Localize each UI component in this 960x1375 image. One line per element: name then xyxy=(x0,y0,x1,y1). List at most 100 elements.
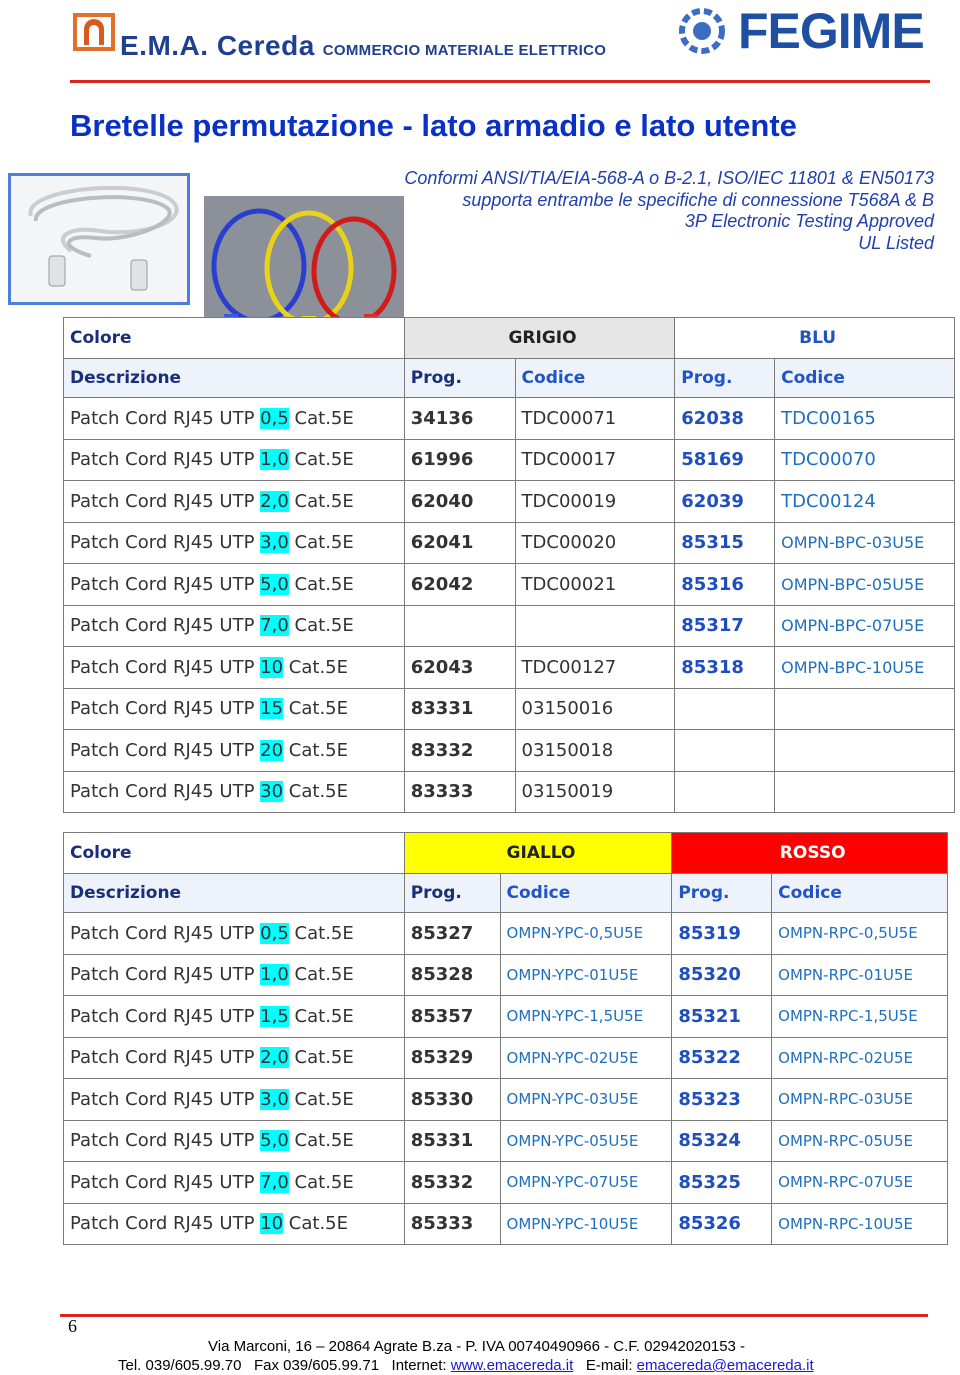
email-link[interactable]: emacereda@emacereda.it xyxy=(637,1357,814,1374)
prog-cell: 61996 xyxy=(403,438,516,481)
table-row: Patch Cord RJ45 UTP 10 Cat.5E 85333 OMPN-Y… xyxy=(63,1202,948,1245)
brand-name: E.M.A. Cereda COMMERCIO MATERIALE ELETTRI… xyxy=(120,30,607,61)
prog-cell: 34136 xyxy=(403,397,516,440)
length-highlight: 1,0 xyxy=(260,964,289,986)
page-title: Bretelle permutazione - lato armadio e l… xyxy=(70,108,797,143)
prog-cell: 85330 xyxy=(403,1078,501,1121)
length-highlight: 5,0 xyxy=(260,573,289,595)
prog-cell xyxy=(674,729,776,772)
prog-cell: 85328 xyxy=(403,953,501,996)
length-highlight: 1,5 xyxy=(260,1005,289,1027)
email-label: E-mail: xyxy=(573,1357,637,1374)
desc-prefix: Patch Cord RJ45 UTP xyxy=(70,656,261,678)
descrizione-header: Descrizione xyxy=(63,873,405,913)
color-header-row: Colore GRIGIO BLU xyxy=(63,317,955,359)
code-cell: TDC00020 xyxy=(514,521,676,564)
prog-cell: 85331 xyxy=(403,1119,501,1162)
codice-header: Codice xyxy=(514,358,676,398)
description-cell: Patch Cord RJ45 UTP 20 Cat.5E xyxy=(63,729,405,772)
ema-logo-icon xyxy=(73,13,115,51)
description-cell: Patch Cord RJ45 UTP 1,0 Cat.5E xyxy=(63,438,405,481)
prog-cell xyxy=(403,604,516,647)
desc-prefix: Patch Cord RJ45 UTP xyxy=(70,781,261,803)
desc-prefix: Patch Cord RJ45 UTP xyxy=(70,615,261,637)
website-link[interactable]: www.emacereda.it xyxy=(451,1357,574,1374)
code-cell: OMPN-RPC-1,5U5E xyxy=(771,995,948,1038)
code-cell: 03150018 xyxy=(514,729,676,772)
code-cell: 03150019 xyxy=(514,770,676,813)
prog-header: Prog. xyxy=(403,873,501,913)
desc-suffix: Cat.5E xyxy=(288,1005,354,1027)
table-row: Patch Cord RJ45 UTP 3,0 Cat.5E 62041 TDC00… xyxy=(63,521,955,564)
code-cell: OMPN-YPC-02U5E xyxy=(499,1036,673,1079)
prog-cell: 85318 xyxy=(674,646,776,689)
desc-suffix: Cat.5E xyxy=(288,1088,354,1110)
prog-cell: 83333 xyxy=(403,770,516,813)
table-row: Patch Cord RJ45 UTP 5,0 Cat.5E 62042 TDC00… xyxy=(63,563,955,606)
code-cell: TDC00127 xyxy=(514,646,676,689)
description-cell: Patch Cord RJ45 UTP 1,5 Cat.5E xyxy=(63,995,405,1038)
desc-suffix: Cat.5E xyxy=(283,781,349,803)
code-cell: TDC00019 xyxy=(514,480,676,523)
prog-cell: 85323 xyxy=(671,1078,773,1121)
prog-cell: 85327 xyxy=(403,912,501,955)
table-row: Patch Cord RJ45 UTP 0,5 Cat.5E 34136 TDC00… xyxy=(63,397,955,440)
code-cell: OMPN-YPC-1,5U5E xyxy=(499,995,673,1038)
desc-prefix: Patch Cord RJ45 UTP xyxy=(70,1130,261,1152)
desc-prefix: Patch Cord RJ45 UTP xyxy=(70,739,261,761)
table-grigio-blu: Colore GRIGIO BLU Descrizione Prog. Codi… xyxy=(63,317,955,813)
code-cell: OMPN-RPC-05U5E xyxy=(771,1119,948,1162)
prog-cell: 85322 xyxy=(671,1036,773,1079)
prog-cell: 85317 xyxy=(674,604,776,647)
code-cell: TDC00071 xyxy=(514,397,676,440)
fegime-logo-icon xyxy=(679,8,725,54)
desc-prefix: Patch Cord RJ45 UTP xyxy=(70,573,261,595)
table-row: Patch Cord RJ45 UTP 7,0 Cat.5E 85317 OMPN-… xyxy=(63,604,955,647)
prog-cell: 85324 xyxy=(671,1119,773,1162)
description-cell: Patch Cord RJ45 UTP 3,0 Cat.5E xyxy=(63,1078,405,1121)
prog-cell: 85321 xyxy=(671,995,773,1038)
table-row: Patch Cord RJ45 UTP 1,0 Cat.5E 61996 TDC00… xyxy=(63,438,955,481)
fegime-logo: FEGIME xyxy=(738,3,925,59)
spec-line: UL Listed xyxy=(858,232,934,253)
code-cell: OMPN-RPC-10U5E xyxy=(771,1202,948,1245)
table-row: Patch Cord RJ45 UTP 20 Cat.5E 83332 031500… xyxy=(63,729,955,772)
desc-prefix: Patch Cord RJ45 UTP xyxy=(70,449,261,471)
length-highlight: 20 xyxy=(260,739,284,761)
code-cell: OMPN-RPC-07U5E xyxy=(771,1161,948,1204)
prog-header: Prog. xyxy=(674,358,776,398)
length-highlight: 5,0 xyxy=(260,1130,289,1152)
specs-block: Conformi ANSI/TIA/EIA-568-A o B-2.1, ISO… xyxy=(404,168,934,254)
length-highlight: 2,0 xyxy=(260,490,289,512)
desc-prefix: Patch Cord RJ45 UTP xyxy=(70,490,261,512)
table-row: Patch Cord RJ45 UTP 7,0 Cat.5E 85332 OMPN-… xyxy=(63,1161,948,1204)
length-highlight: 30 xyxy=(260,781,284,803)
color-header-row: Colore GIALLO ROSSO xyxy=(63,832,948,874)
description-cell: Patch Cord RJ45 UTP 7,0 Cat.5E xyxy=(63,1161,405,1204)
code-cell: OMPN-BPC-05U5E xyxy=(774,563,955,606)
code-cell: OMPN-YPC-05U5E xyxy=(499,1119,673,1162)
prog-header: Prog. xyxy=(671,873,773,913)
code-cell: TDC00124 xyxy=(774,480,955,523)
prog-cell: 62040 xyxy=(403,480,516,523)
prog-cell xyxy=(674,687,776,730)
code-cell: OMPN-YPC-03U5E xyxy=(499,1078,673,1121)
codice-header: Codice xyxy=(771,873,948,913)
table-row: Patch Cord RJ45 UTP 1,5 Cat.5E 85357 OMPN-… xyxy=(63,995,948,1038)
description-cell: Patch Cord RJ45 UTP 0,5 Cat.5E xyxy=(63,397,405,440)
brand-subtitle: COMMERCIO MATERIALE ELETTRICO xyxy=(322,42,607,59)
description-cell: Patch Cord RJ45 UTP 0,5 Cat.5E xyxy=(63,912,405,955)
code-cell: OMPN-RPC-0,5U5E xyxy=(771,912,948,955)
prog-cell: 85357 xyxy=(403,995,501,1038)
table-row: Patch Cord RJ45 UTP 15 Cat.5E 83331 031500… xyxy=(63,687,955,730)
length-highlight: 0,5 xyxy=(260,922,289,944)
desc-suffix: Cat.5E xyxy=(283,1213,349,1235)
code-cell: OMPN-YPC-01U5E xyxy=(499,953,673,996)
description-cell: Patch Cord RJ45 UTP 5,0 Cat.5E xyxy=(63,1119,405,1162)
length-highlight: 2,0 xyxy=(260,1047,289,1069)
desc-prefix: Patch Cord RJ45 UTP xyxy=(70,1213,261,1235)
spec-line: 3P Electronic Testing Approved xyxy=(684,211,934,231)
description-cell: Patch Cord RJ45 UTP 30 Cat.5E xyxy=(63,770,405,813)
table-giallo-rosso: Colore GIALLO ROSSO Descrizione Prog. Co… xyxy=(63,832,948,1245)
prog-cell: 58169 xyxy=(674,438,776,481)
